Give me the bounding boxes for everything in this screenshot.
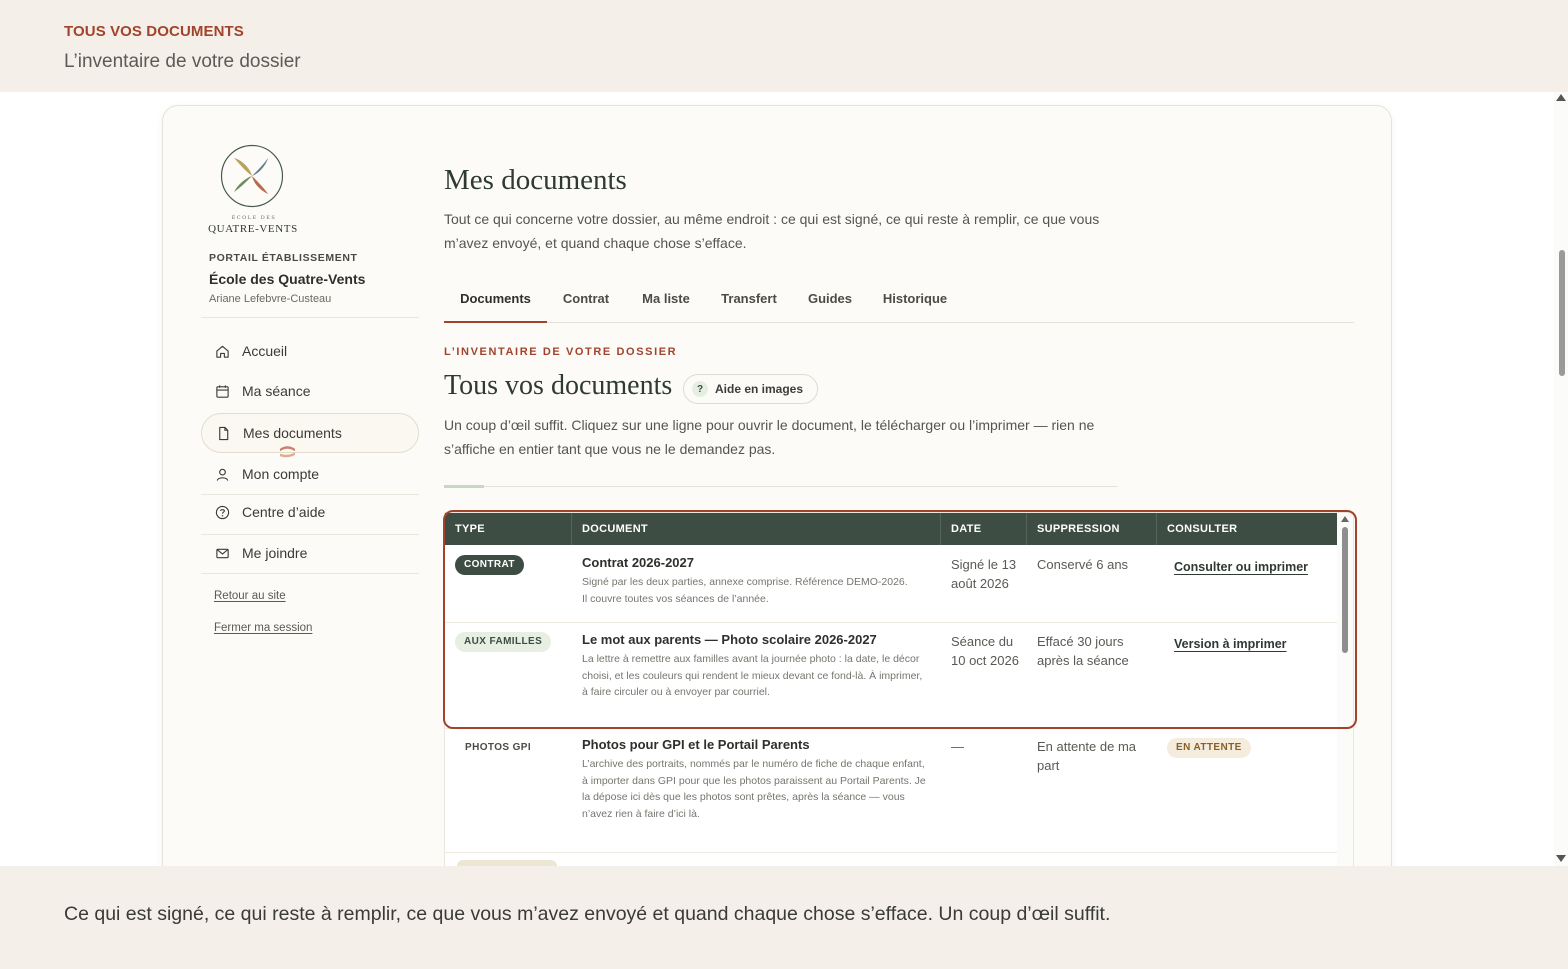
scroll-down-arrow[interactable] xyxy=(1556,855,1566,862)
scroll-thumb[interactable] xyxy=(1342,527,1348,653)
page-description: Tout ce qui concerne votre dossier, au m… xyxy=(444,211,1100,251)
document-date: Séance du 10 oct 2026 xyxy=(951,634,1019,668)
tab-historique[interactable]: Historique xyxy=(874,289,956,323)
print-version-link[interactable]: Version à imprimer xyxy=(1174,637,1287,651)
document-icon xyxy=(219,426,229,440)
documents-table: TYPE DOCUMENT DATE SUPPRESSION CONSULTER… xyxy=(444,512,1354,866)
status-badge: EN ATTENTE xyxy=(1167,738,1251,758)
table-row[interactable]: CONTRAT Contrat 2026-2027 Signé par les … xyxy=(445,545,1339,623)
school-name: École des Quatre-Vents xyxy=(209,271,366,287)
bottom-banner: Ce qui est signé, ce qui reste à remplir… xyxy=(0,866,1568,969)
sidebar-divider xyxy=(201,317,419,318)
section-description: Un coup d’œil suffit. Cliquez sur une li… xyxy=(444,417,1095,457)
user-name: Ariane Lefebvre-Custeau xyxy=(209,293,332,305)
divider-accent xyxy=(444,485,484,488)
section-title: Tous vos documents xyxy=(444,370,673,401)
table-row[interactable]: AUX FAMILLES Le mot aux parents — Photo … xyxy=(445,623,1339,729)
document-description: L’archive des portraits, nommés par le n… xyxy=(582,758,926,820)
type-badge: CONTRAT xyxy=(455,555,524,575)
portal-label: PORTAIL ÉTABLISSEMENT xyxy=(209,252,358,264)
tab-documents[interactable]: Documents xyxy=(444,289,547,323)
sidebar-item-label: Accueil xyxy=(242,343,288,359)
logo-caption: ÉCOLE DES xyxy=(231,215,277,221)
column-header-type: TYPE xyxy=(445,513,572,545)
column-header-consulter: CONSULTER xyxy=(1167,523,1238,535)
sidebar-item-mon-compte[interactable]: Mon compte xyxy=(201,454,419,494)
sidebar-item-centre-aide[interactable]: Centre d’aide xyxy=(201,492,419,532)
document-title: Contrat 2026-2027 xyxy=(582,555,694,570)
user-icon xyxy=(216,468,229,481)
sidebar-item-label: Ma séance xyxy=(242,383,311,399)
mail-icon xyxy=(216,548,229,558)
column-header-date: DATE xyxy=(941,513,1027,545)
question-icon: ? xyxy=(692,381,708,397)
back-to-site-link[interactable]: Retour au site xyxy=(214,590,286,602)
sidebar-item-label: Centre d’aide xyxy=(242,504,326,520)
sidebar-item-label: Me joindre xyxy=(242,545,308,561)
banner-subtitle: L’inventaire de votre dossier xyxy=(64,51,301,72)
document-suppression: En attente de ma part xyxy=(1037,739,1137,773)
page-title: Mes documents xyxy=(444,164,627,196)
consult-print-link[interactable]: Consulter ou imprimer xyxy=(1174,560,1308,574)
sidebar-item-me-joindre[interactable]: Me joindre xyxy=(201,533,419,573)
help-images-button[interactable]: ? Aide en images xyxy=(683,374,818,404)
sidebar-item-label: Mes documents xyxy=(243,425,342,441)
portal-card: ÉCOLE DES QUATRE-VENTS PORTAIL ÉTABLISSE… xyxy=(162,105,1392,866)
tab-transfert[interactable]: Transfert xyxy=(712,289,786,323)
document-title: Le mot aux parents — Photo scolaire 2026… xyxy=(582,632,877,647)
document-title: Photos pour GPI et le Portail Parents xyxy=(582,737,810,752)
scroll-up-arrow[interactable] xyxy=(1556,94,1566,101)
school-logo xyxy=(220,144,284,208)
logo-name: QUATRE-VENTS xyxy=(208,223,298,235)
calendar-icon xyxy=(216,384,229,398)
type-badge: AUX FAMILLES xyxy=(455,632,552,652)
bottom-caption: Ce qui est signé, ce qui reste à remplir… xyxy=(64,903,1111,925)
table-scrollbar[interactable] xyxy=(1337,513,1353,866)
table-header: TYPE DOCUMENT DATE SUPPRESSION CONSULTER xyxy=(445,513,1339,545)
type-badge: PHOTOS GPI xyxy=(465,742,532,753)
sidebar-item-ma-seance[interactable]: Ma séance xyxy=(201,371,419,411)
home-icon xyxy=(216,345,229,358)
tab-bar: Documents Contrat Ma liste Transfert Gui… xyxy=(444,289,1354,323)
document-description: La lettre à remettre aux familles avant … xyxy=(582,653,923,698)
document-suppression: Conservé 6 ans xyxy=(1037,557,1129,572)
top-banner: TOUS VOS DOCUMENTS L’inventaire de votre… xyxy=(0,0,1568,92)
scroll-thumb[interactable] xyxy=(1559,250,1565,376)
banner-eyebrow: TOUS VOS DOCUMENTS xyxy=(64,23,244,40)
section-eyebrow: L’INVENTAIRE DE VOTRE DOSSIER xyxy=(444,346,678,358)
sidebar-divider xyxy=(201,573,419,574)
browser-viewport: ÉCOLE DES QUATRE-VENTS PORTAIL ÉTABLISSE… xyxy=(0,92,1568,866)
sidebar-item-mes-documents[interactable]: Mes documents xyxy=(201,413,419,458)
tab-guides[interactable]: Guides xyxy=(799,289,861,323)
section-divider xyxy=(444,486,1118,487)
document-date: — xyxy=(951,739,964,754)
page-scrollbar[interactable] xyxy=(1554,92,1568,866)
document-suppression: Effacé 30 jours après la séance xyxy=(1037,634,1129,668)
column-header-document: DOCUMENT xyxy=(572,513,941,545)
column-header-suppression: SUPPRESSION xyxy=(1027,513,1157,545)
scroll-up-arrow[interactable] xyxy=(1341,516,1349,522)
help-button-label: Aide en images xyxy=(715,382,804,396)
sidebar-item-accueil[interactable]: Accueil xyxy=(201,331,419,371)
tab-contrat[interactable]: Contrat xyxy=(554,289,618,323)
logout-link[interactable]: Fermer ma session xyxy=(214,622,312,634)
help-circle-icon xyxy=(215,505,230,519)
document-date: Signé le 13 août 2026 xyxy=(951,557,1017,591)
sidebar-item-label: Mon compte xyxy=(242,466,320,482)
document-description: Signé par les deux parties, annexe compr… xyxy=(582,576,908,605)
table-row[interactable]: PHOTOS GPI Photos pour GPI et le Portail… xyxy=(445,729,1339,853)
tab-ma-liste[interactable]: Ma liste xyxy=(632,289,700,323)
